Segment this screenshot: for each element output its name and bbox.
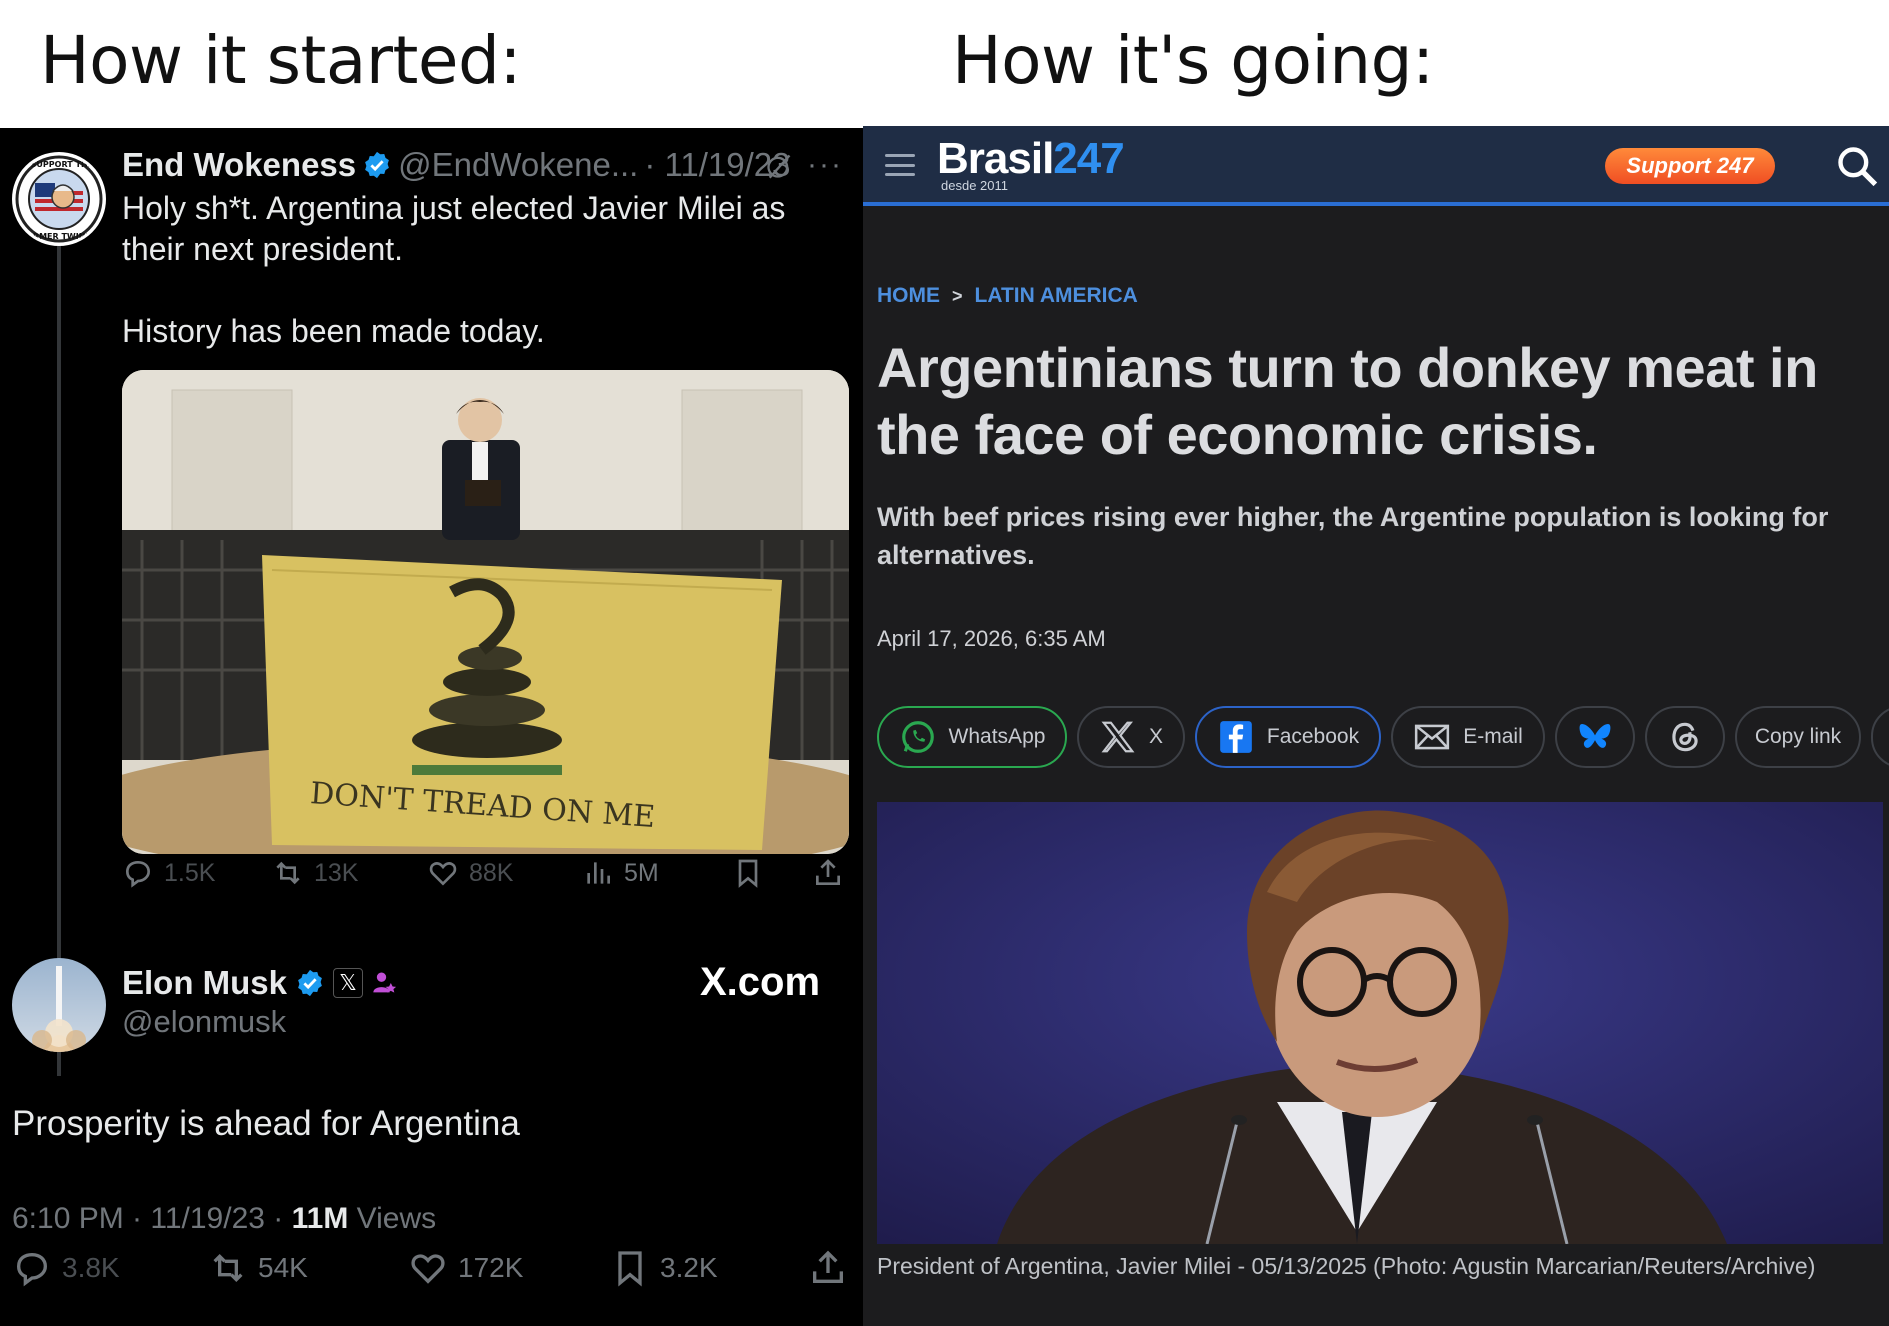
threads-icon [1672,722,1698,752]
share-threads-button[interactable] [1645,706,1725,768]
more-options-icon[interactable]: ··· [807,148,843,182]
like-count: 88K [469,858,514,887]
verified-badge-icon [365,151,390,179]
tweet2-header: Elon Musk 𝕏 [122,964,399,1002]
tweet1-author-name[interactable]: End Wokeness [122,146,356,184]
share-facebook-button[interactable]: Facebook [1195,706,1381,768]
share-icon [813,1250,843,1283]
photo-caption: President of Argentina, Javier Milei - 0… [877,1253,1816,1279]
tweet2-views-count: 11M [291,1202,349,1235]
meme-caption-left: How it started: [40,22,522,99]
logo-text: Brasil [937,134,1054,183]
breadcrumb-home[interactable]: HOME [877,284,940,308]
bookmark-button[interactable] [732,857,764,889]
bluesky-icon [1579,724,1611,748]
tweet2-text: Prosperity is ahead for Argentina [12,1104,520,1143]
breadcrumb-separator: > [952,285,963,306]
copy-link-button[interactable]: Copy link [1735,706,1861,768]
reply-icon [125,860,151,888]
tweet2-timestamp[interactable]: 6:10 PM · 11/19/23 · [12,1202,292,1235]
article-headline: Argentinians turn to donkey meat in the … [877,336,1818,466]
bookmark-icon [738,859,758,888]
share-icon [816,859,840,885]
share-email-button[interactable]: E-mail [1391,706,1545,768]
views-count: 5M [624,858,659,887]
x-affiliate-badge: 𝕏 [333,968,364,998]
retweet-icon [276,861,300,885]
site-logo[interactable]: Brasil247 [937,134,1125,184]
grok-icon[interactable] [765,152,793,180]
share-whatsapp-button[interactable]: WhatsApp [877,706,1067,768]
avatar-end-wokeness[interactable]: I SUPPORT THE FORMER TWINKS [12,152,106,246]
retweet-count: 54K [258,1252,308,1283]
bookmark-count: 3.2K [660,1252,718,1283]
views-button[interactable]: 5M [582,857,659,889]
tweet1-text-line2: History has been made today. [122,313,545,349]
x-com-brand: X.com [700,960,821,1004]
share-button[interactable] [812,857,844,889]
support-button[interactable]: Support 247 [1605,148,1775,184]
whatsapp-icon [901,721,934,753]
avatar-elon-musk[interactable] [12,958,106,1052]
x-logo-icon [1101,721,1135,753]
tweet2-views-label: Views [348,1202,437,1235]
thread-connector [57,246,61,1076]
reply-button[interactable]: 3.8K [12,1248,120,1288]
x-thread-panel: I SUPPORT THE FORMER TWINKS End Wokeness… [0,128,863,1326]
tweet2-handle[interactable]: @elonmusk [122,1004,286,1040]
reply-button[interactable]: 1.5K [122,857,215,889]
retweet-icon [213,1253,243,1283]
breadcrumb: HOME > LATIN AMERICA [877,284,1138,308]
share-x-button[interactable]: X [1077,706,1185,768]
meme-caption-right: How it's going: [952,22,1434,99]
verified-badge-icon [298,969,322,997]
news-article-panel: Brasil247 desde 2011 Support 247 HOME > … [863,126,1889,1326]
share-bluesky-button[interactable] [1555,706,1635,768]
tweet1-text-line1: Holy sh*t. Argentina just elected Javier… [122,190,786,267]
article-dateline: April 17, 2026, 6:35 AM [877,626,1106,651]
breadcrumb-section[interactable]: LATIN AMERICA [975,284,1138,308]
bookmark-icon [618,1251,642,1287]
share-button[interactable] [808,1248,848,1288]
like-icon [411,1254,445,1284]
retweet-button[interactable]: 54K [208,1248,308,1288]
like-count: 172K [458,1252,524,1283]
email-label: E-mail [1463,725,1523,748]
retweet-count: 13K [314,858,359,887]
reply-count: 3.8K [62,1252,120,1283]
share-bar: WhatsApp X Facebook E-mail Copy link [877,706,1889,768]
tweet1-image[interactable]: DON'T TREAD ON ME [122,370,849,854]
like-icon [429,862,457,886]
tweet1-handle[interactable]: @EndWokene... [398,146,638,184]
facebook-label: Facebook [1266,725,1360,748]
government-badge-icon [373,972,397,993]
article-subhead: With beef prices rising ever higher, the… [877,502,1829,570]
views-icon [587,862,610,884]
tweet1-text: Holy sh*t. Argentina just elected Javier… [122,188,822,393]
search-icon[interactable] [1835,144,1879,188]
share-more-button[interactable] [1871,706,1889,768]
reply-count: 1.5K [164,858,216,887]
logo-number: 247 [1053,134,1124,183]
logo-tagline: desde 2011 [941,178,1008,193]
facebook-icon [1220,721,1252,753]
avatar-text-top: I SUPPORT THE [25,160,93,169]
tweet1-header: End Wokeness @EndWokene... · 11/19/23 [122,146,791,184]
bookmark-button[interactable]: 3.2K [610,1248,718,1288]
avatar-text-bottom: FORMER TWINKS [21,232,98,241]
reply-icon [16,1252,48,1287]
mail-icon [1415,724,1450,750]
x-label: X [1148,725,1163,748]
article-hero-image[interactable] [877,802,1883,1244]
like-button[interactable]: 172K [408,1248,523,1288]
hamburger-icon[interactable] [885,154,915,176]
whatsapp-label: WhatsApp [948,725,1046,748]
site-header: Brasil247 desde 2011 Support 247 [863,126,1889,206]
tweet2-author-name[interactable]: Elon Musk [122,964,287,1002]
tweet2-meta: 6:10 PM · 11/19/23 · 11M Views [12,1202,436,1236]
retweet-button[interactable]: 13K [272,857,358,889]
like-button[interactable]: 88K [427,857,513,889]
